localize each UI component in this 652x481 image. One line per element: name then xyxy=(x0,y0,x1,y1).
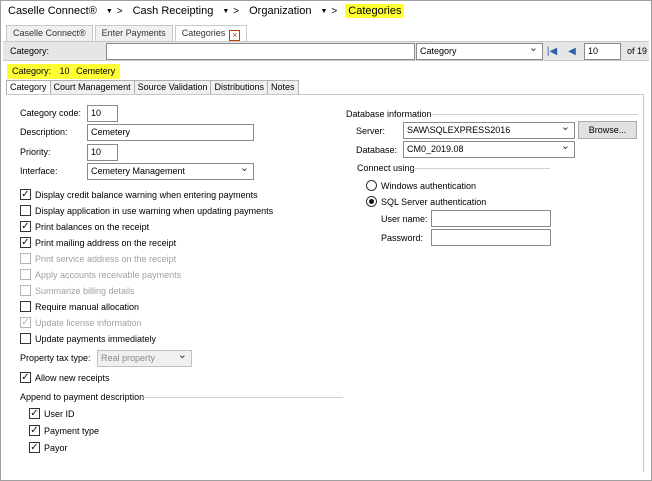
category-code-field[interactable]: 10 xyxy=(87,105,118,122)
password-label: Password: xyxy=(381,233,424,243)
user-id-label: User ID xyxy=(44,409,75,419)
server-select-value: SAW\SQLEXPRESS2016 xyxy=(407,125,511,135)
database-select[interactable]: CM0_2019.08 xyxy=(403,141,575,158)
breadcrumb-item-cash-receipting[interactable]: Cash Receipting xyxy=(131,4,216,18)
current-category-label: Category: xyxy=(12,66,52,76)
breadcrumb: Caselle Connect® ▼ > Cash Receipting ▼ >… xyxy=(6,3,405,19)
search-field-select-value: Category xyxy=(420,46,457,56)
update-payments-immediately-label: Update payments immediately xyxy=(35,334,157,344)
tab-notes[interactable]: Notes xyxy=(267,80,299,95)
update-payments-immediately-checkbox[interactable] xyxy=(20,333,31,344)
summarize-billing-details-checkbox xyxy=(20,285,31,296)
current-category-code: 10 xyxy=(59,66,70,76)
description-field[interactable]: Cemetery xyxy=(87,124,254,141)
group-divider xyxy=(412,168,550,169)
require-manual-allocation-checkbox[interactable] xyxy=(20,301,31,312)
chevron-down-icon[interactable]: ▼ xyxy=(106,8,113,15)
search-field-select[interactable]: Category xyxy=(416,43,543,60)
database-label: Database: xyxy=(356,145,398,155)
print-service-address-on-the-receipt-label: Print service address on the receipt xyxy=(35,254,177,264)
sql-auth-radio[interactable] xyxy=(366,196,377,207)
print-mailing-address-on-the-receipt-label: Print mailing address on the receipt xyxy=(35,238,177,248)
sql-auth-label: SQL Server authentication xyxy=(381,197,487,207)
windows-auth-radio[interactable] xyxy=(366,180,377,191)
database-select-value: CM0_2019.08 xyxy=(407,144,464,154)
tab-enter-payments[interactable]: Enter Payments xyxy=(94,25,173,41)
display-application-in-use-warning-when-updating-payments-checkbox[interactable] xyxy=(20,205,31,216)
database-group-label: Database information xyxy=(346,109,432,119)
sub-tabs: Category Court Management Source Validat… xyxy=(6,80,299,95)
current-category-banner: Category: 10 Cemetery xyxy=(7,64,121,79)
print-balances-on-the-receipt-checkbox[interactable]: ✓ xyxy=(20,221,31,232)
payor-label: Payor xyxy=(44,443,68,453)
breadcrumb-separator: > xyxy=(331,5,338,17)
update-license-information-checkbox: ✓ xyxy=(20,317,31,328)
document-tabs: Caselle Connect® Enter Payments Categori… xyxy=(6,25,249,41)
display-application-in-use-warning-when-updating-payments-label: Display application in use warning when … xyxy=(35,206,274,216)
chevron-down-icon[interactable]: ▼ xyxy=(320,8,327,15)
interface-select-value: Cemetery Management xyxy=(91,166,186,176)
tab-court-management[interactable]: Court Management xyxy=(49,80,135,95)
description-label: Description: xyxy=(20,127,68,137)
property-tax-type-label: Property tax type: xyxy=(20,353,91,363)
breadcrumb-item-caselle-connect[interactable]: Caselle Connect® xyxy=(6,4,99,18)
apply-accounts-receivable-payments-checkbox xyxy=(20,269,31,280)
print-service-address-on-the-receipt-checkbox xyxy=(20,253,31,264)
payor-checkbox[interactable]: ✓ xyxy=(29,442,40,453)
connect-using-label: Connect using xyxy=(357,163,415,173)
category-lookup-label: Category: xyxy=(10,46,50,56)
tab-categories[interactable]: Categories × xyxy=(174,25,248,41)
update-license-information-label: Update license information xyxy=(35,318,142,328)
priority-field[interactable]: 10 xyxy=(87,144,118,161)
group-divider xyxy=(432,114,638,115)
username-label: User name: xyxy=(381,214,428,224)
append-group-label: Append to payment description xyxy=(20,392,145,402)
first-record-icon[interactable]: |◀ xyxy=(546,45,558,59)
payment-type-label: Payment type xyxy=(44,426,100,436)
priority-label: Priority: xyxy=(20,147,51,157)
category-search-input[interactable] xyxy=(106,43,415,60)
tab-category[interactable]: Category xyxy=(6,80,51,95)
summarize-billing-details-label: Summarize billing details xyxy=(35,286,135,296)
chevron-down-icon[interactable]: ▼ xyxy=(222,8,229,15)
apply-accounts-receivable-payments-label: Apply accounts receivable payments xyxy=(35,270,182,280)
allow-new-receipts-checkbox[interactable]: ✓ xyxy=(20,372,31,383)
require-manual-allocation-label: Require manual allocation xyxy=(35,302,140,312)
print-mailing-address-on-the-receipt-checkbox[interactable]: ✓ xyxy=(20,237,31,248)
record-total: of 19 xyxy=(627,46,648,56)
username-field[interactable] xyxy=(431,210,551,227)
display-credit-balance-warning-when-entering-payments-label: Display credit balance warning when ente… xyxy=(35,190,258,200)
display-credit-balance-warning-when-entering-payments-checkbox[interactable]: ✓ xyxy=(20,189,31,200)
server-select[interactable]: SAW\SQLEXPRESS2016 xyxy=(403,122,575,139)
tab-caselle-connect[interactable]: Caselle Connect® xyxy=(6,25,93,41)
property-tax-type-select: Real property xyxy=(97,350,192,367)
user-id-checkbox[interactable]: ✓ xyxy=(29,408,40,419)
tab-distributions[interactable]: Distributions xyxy=(210,80,268,95)
payment-type-checkbox[interactable]: ✓ xyxy=(29,425,40,436)
group-divider xyxy=(143,397,343,398)
server-label: Server: xyxy=(356,126,386,136)
current-category-name: Cemetery xyxy=(76,66,116,76)
previous-record-icon[interactable]: ◀ xyxy=(566,45,578,59)
print-balances-on-the-receipt-label: Print balances on the receipt xyxy=(35,222,150,232)
tab-source-validation[interactable]: Source Validation xyxy=(133,80,212,95)
interface-label: Interface: xyxy=(20,166,58,176)
record-number-input[interactable]: 10 xyxy=(584,43,621,60)
close-icon[interactable]: × xyxy=(229,30,241,41)
breadcrumb-separator: > xyxy=(116,5,123,17)
breadcrumb-separator: > xyxy=(233,5,240,17)
tab-categories-label: Categories xyxy=(181,28,226,38)
windows-auth-label: Windows authentication xyxy=(381,181,477,191)
breadcrumb-item-organization[interactable]: Organization xyxy=(247,4,313,18)
property-tax-type-value: Real property xyxy=(101,353,156,363)
breadcrumb-item-categories[interactable]: Categories xyxy=(345,4,405,18)
interface-select[interactable]: Cemetery Management xyxy=(87,163,254,180)
category-lookup-bar: Category: Category |◀ ◀ 10 of 19 xyxy=(3,41,649,61)
password-field[interactable] xyxy=(431,229,551,246)
allow-new-receipts-label: Allow new receipts xyxy=(35,373,110,383)
browse-button[interactable]: Browse... xyxy=(578,121,637,139)
category-code-label: Category code: xyxy=(20,108,82,118)
